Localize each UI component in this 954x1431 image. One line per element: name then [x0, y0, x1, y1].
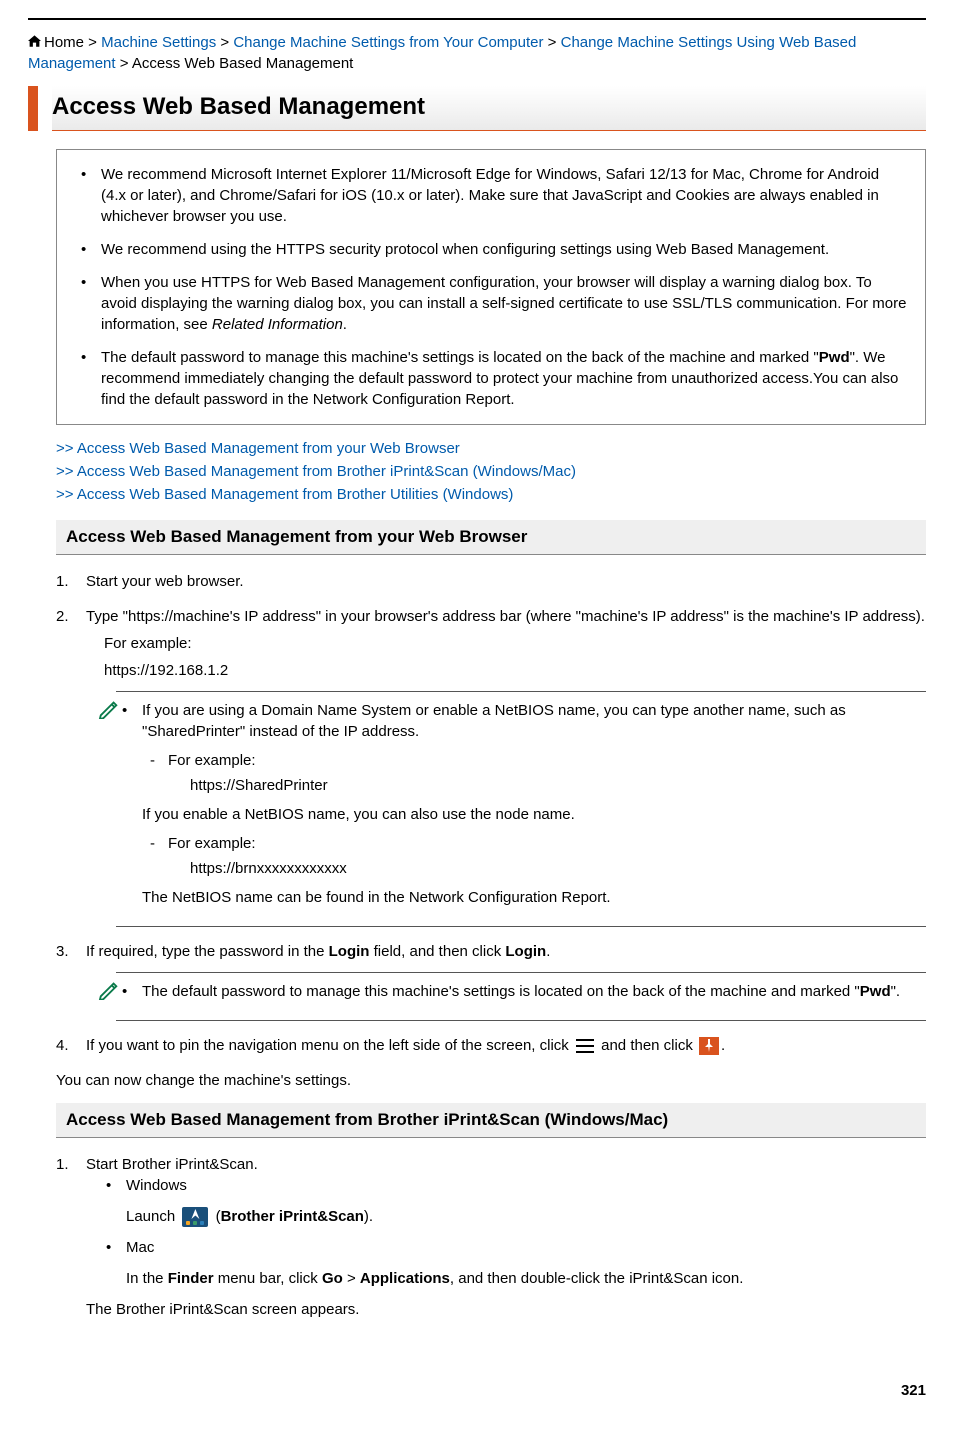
rec-item: When you use HTTPS for Web Based Managem…	[75, 272, 907, 335]
pin-icon	[699, 1037, 719, 1055]
step-2: Type "https://machine's IP address" in y…	[56, 606, 926, 927]
title-accent	[28, 86, 38, 131]
hamburger-icon	[576, 1039, 594, 1053]
step-4: If you want to pin the navigation menu o…	[56, 1035, 926, 1056]
jump-links: >> Access Web Based Management from your…	[56, 437, 926, 507]
top-rule	[28, 18, 926, 20]
page-number: 321	[28, 1380, 926, 1401]
rec-item: We recommend Microsoft Internet Explorer…	[75, 164, 907, 227]
steps-browser: Start your web browser. Type "https://ma…	[56, 571, 926, 1056]
page-title: Access Web Based Management	[52, 86, 926, 131]
closing-line: You can now change the machine's setting…	[56, 1070, 926, 1091]
step-1: Start Brother iPrint&Scan. Windows Launc…	[56, 1154, 926, 1320]
sep: >	[216, 34, 233, 51]
step-1: Start your web browser.	[56, 571, 926, 592]
windows-launch: Launch (Brother iPrint&Scan).	[126, 1206, 926, 1227]
note-domain-netbios: If you are using a Domain Name System or…	[116, 691, 926, 927]
breadcrumb: Home > Machine Settings > Change Machine…	[28, 32, 926, 74]
breadcrumb-current: Access Web Based Management	[132, 55, 354, 72]
breadcrumb-l2[interactable]: Change Machine Settings from Your Comput…	[233, 34, 543, 51]
iprintscan-app-icon	[182, 1207, 208, 1227]
sep: >	[84, 34, 101, 51]
mac-instruction: In the Finder menu bar, click Go > Appli…	[126, 1268, 926, 1289]
step-3: If required, type the password in the Lo…	[56, 941, 926, 1021]
home-icon	[28, 35, 41, 47]
example-url: https://192.168.1.2	[104, 660, 926, 681]
breadcrumb-l1[interactable]: Machine Settings	[101, 34, 216, 51]
dash-item: For example: https://SharedPrinter	[142, 750, 926, 796]
os-windows: Windows Launch (Brother iPrint&Scan).	[106, 1175, 926, 1227]
example-url: https://brnxxxxxxxxxxxx	[168, 858, 926, 879]
note-default-password: The default password to manage this mach…	[116, 972, 926, 1021]
recommendation-box: We recommend Microsoft Internet Explorer…	[56, 149, 926, 425]
example-url: https://SharedPrinter	[168, 775, 926, 796]
subheading-browser: Access Web Based Management from your We…	[56, 520, 926, 555]
page-title-bar: Access Web Based Management	[28, 86, 926, 131]
example-label: For example:	[104, 633, 926, 654]
note-item: The default password to manage this mach…	[116, 981, 926, 1002]
main-content: We recommend Microsoft Internet Explorer…	[28, 149, 926, 1320]
jump-link-1[interactable]: >> Access Web Based Management from your…	[56, 437, 926, 460]
note-item: If you are using a Domain Name System or…	[116, 700, 926, 908]
rec-item: The default password to manage this mach…	[75, 347, 907, 410]
jump-link-3[interactable]: >> Access Web Based Management from Brot…	[56, 483, 926, 506]
mac-line2: The Brother iPrint&Scan screen appears.	[86, 1299, 926, 1320]
note-line: If you enable a NetBIOS name, you can al…	[142, 804, 926, 825]
subheading-iprintscan: Access Web Based Management from Brother…	[56, 1103, 926, 1138]
sep: >	[544, 34, 561, 51]
dash-item: For example: https://brnxxxxxxxxxxxx	[142, 833, 926, 879]
rec-item: We recommend using the HTTPS security pr…	[75, 239, 907, 260]
os-mac: Mac In the Finder menu bar, click Go > A…	[106, 1237, 926, 1289]
breadcrumb-home: Home	[44, 34, 84, 51]
jump-link-2[interactable]: >> Access Web Based Management from Brot…	[56, 460, 926, 483]
sep: >	[116, 55, 132, 72]
steps-iprintscan: Start Brother iPrint&Scan. Windows Launc…	[56, 1154, 926, 1320]
note-line: The NetBIOS name can be found in the Net…	[142, 887, 926, 908]
